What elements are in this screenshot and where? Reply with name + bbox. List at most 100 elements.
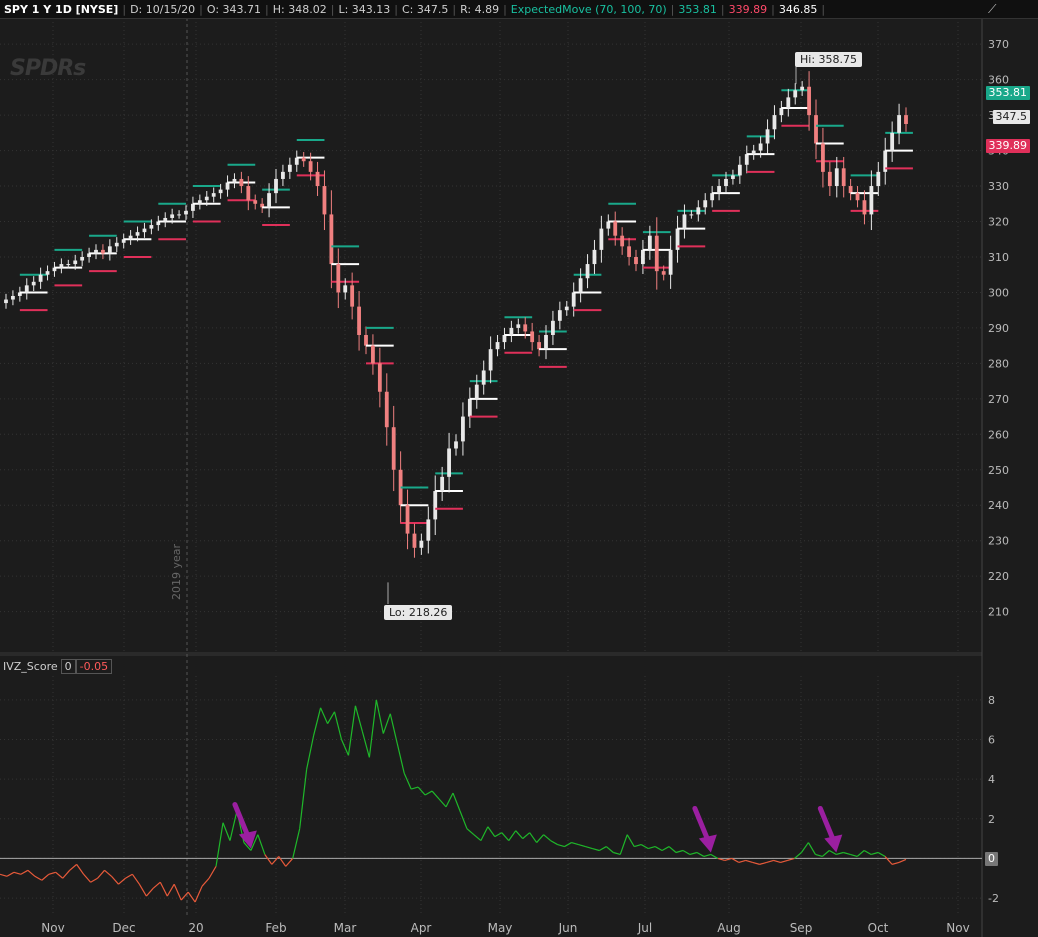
range-label: R: 4.89: [460, 2, 500, 16]
candle-body: [191, 203, 195, 211]
candle-body: [647, 235, 652, 250]
x-tick-label: Nov: [41, 921, 64, 935]
candle-body: [350, 285, 355, 307]
candle-body: [31, 281, 36, 286]
candle-body: [578, 278, 583, 293]
candle-body: [765, 129, 770, 144]
upper-band-price-tag: 353.81: [985, 86, 1030, 100]
spdr-watermark-logo: SPDRs: [10, 56, 86, 81]
candle-body: [821, 143, 825, 172]
candle-body: [502, 335, 507, 343]
candle-body: [668, 249, 673, 275]
candle-body: [467, 398, 472, 417]
x-tick-label: 20: [188, 921, 203, 935]
candle-body: [537, 342, 541, 350]
y-tick-label: 300: [988, 286, 1009, 299]
candle-body: [904, 115, 908, 124]
osc-y-tick-label: 2: [988, 813, 995, 826]
candle-body: [876, 171, 881, 187]
drawing-tool-button[interactable]: ⟋: [982, 0, 1038, 19]
candle-body: [391, 427, 396, 470]
candle-body: [101, 249, 105, 254]
candle-body: [336, 264, 341, 293]
candle-body: [4, 299, 8, 304]
open-label: O: 343.71: [206, 2, 262, 16]
candle-body: [107, 246, 112, 254]
x-tick-label: May: [488, 921, 513, 935]
candle-body: [661, 271, 666, 275]
x-tick-label: Jul: [637, 921, 652, 935]
lower-band-price-tag: 339.89: [985, 139, 1030, 153]
candle-body: [454, 441, 458, 449]
candle-body: [481, 370, 486, 385]
chart-header: SPY 1 Y 1D [NYSE] | D: 10/15/20 | O: 343.7…: [0, 0, 982, 19]
candle-body: [488, 349, 493, 371]
candle-body: [585, 264, 590, 279]
candle-body: [426, 519, 431, 541]
candle-body: [606, 221, 611, 229]
candle-body: [184, 210, 188, 215]
study-upper-value: 353.81: [678, 2, 717, 16]
close-label: C: 347.5: [401, 2, 449, 16]
candle-body: [682, 214, 687, 229]
candle-body: [516, 324, 521, 328]
candle-body: [225, 182, 230, 190]
candle-body: [523, 324, 528, 332]
candle-body: [557, 310, 562, 321]
date-label: D: 10/15/20: [130, 2, 196, 16]
y-tick-label: 280: [988, 357, 1009, 370]
candle-body: [440, 476, 445, 492]
y-tick-label: 270: [988, 393, 1009, 406]
candle-body: [447, 448, 451, 477]
candle-body: [544, 335, 548, 350]
candle-body: [724, 178, 728, 187]
candle-body: [377, 363, 382, 392]
candle-body: [274, 178, 278, 194]
candle-body: [253, 200, 258, 204]
candle-body: [474, 384, 479, 399]
candle-body: [142, 228, 147, 233]
candle-body: [412, 533, 417, 548]
lower-study-name[interactable]: IVZ_Score: [0, 660, 61, 673]
candle-body: [689, 214, 694, 216]
candle-body: [641, 249, 645, 265]
high-callout: Hi: 358.75: [795, 52, 863, 67]
osc-y-tick-label: -2: [988, 892, 999, 905]
lower-study-param: 0: [60, 658, 76, 674]
candle-body: [627, 246, 631, 257]
candle-body: [94, 249, 98, 254]
candle-body: [862, 200, 867, 215]
study-mid-value: 346.85: [778, 2, 818, 16]
x-tick-label: Oct: [868, 921, 889, 935]
candle-body: [731, 175, 735, 179]
candle-body: [177, 214, 181, 216]
y-tick-label: 320: [988, 216, 1009, 229]
candle-body: [232, 178, 237, 183]
candle-body: [73, 260, 78, 265]
study-label[interactable]: ExpectedMove (70, 100, 70): [507, 3, 671, 16]
candle-body: [329, 214, 334, 265]
candle-body: [218, 189, 223, 194]
chart-canvas: Nov Dec 20 Feb Mar Apr May Jun Jul Aug Sep Oct Nov21…: [0, 18, 1038, 937]
candle-body: [239, 178, 244, 187]
candle-body: [758, 143, 763, 151]
x-tick-label: Sep: [790, 921, 813, 935]
candle-body: [135, 232, 140, 236]
candle-body: [267, 193, 271, 208]
drawing-tool-icon: ⟋: [988, 2, 997, 16]
symbol-label[interactable]: SPY 1 Y 1D [NYSE]: [0, 3, 122, 16]
osc-y-tick-label: 4: [988, 773, 995, 786]
candle-body: [371, 345, 375, 364]
candle-body: [841, 168, 846, 187]
candle-body: [571, 292, 576, 307]
candle-body: [211, 193, 216, 197]
candle-body: [322, 186, 327, 215]
candle-body: [315, 171, 320, 187]
candle-body: [551, 320, 555, 335]
candle-body: [737, 164, 742, 176]
y-tick-label: 360: [988, 74, 1009, 87]
x-tick-label: Dec: [112, 921, 135, 935]
candle-body: [855, 193, 860, 201]
y-tick-label: 330: [988, 180, 1009, 193]
candle-body: [564, 306, 569, 311]
